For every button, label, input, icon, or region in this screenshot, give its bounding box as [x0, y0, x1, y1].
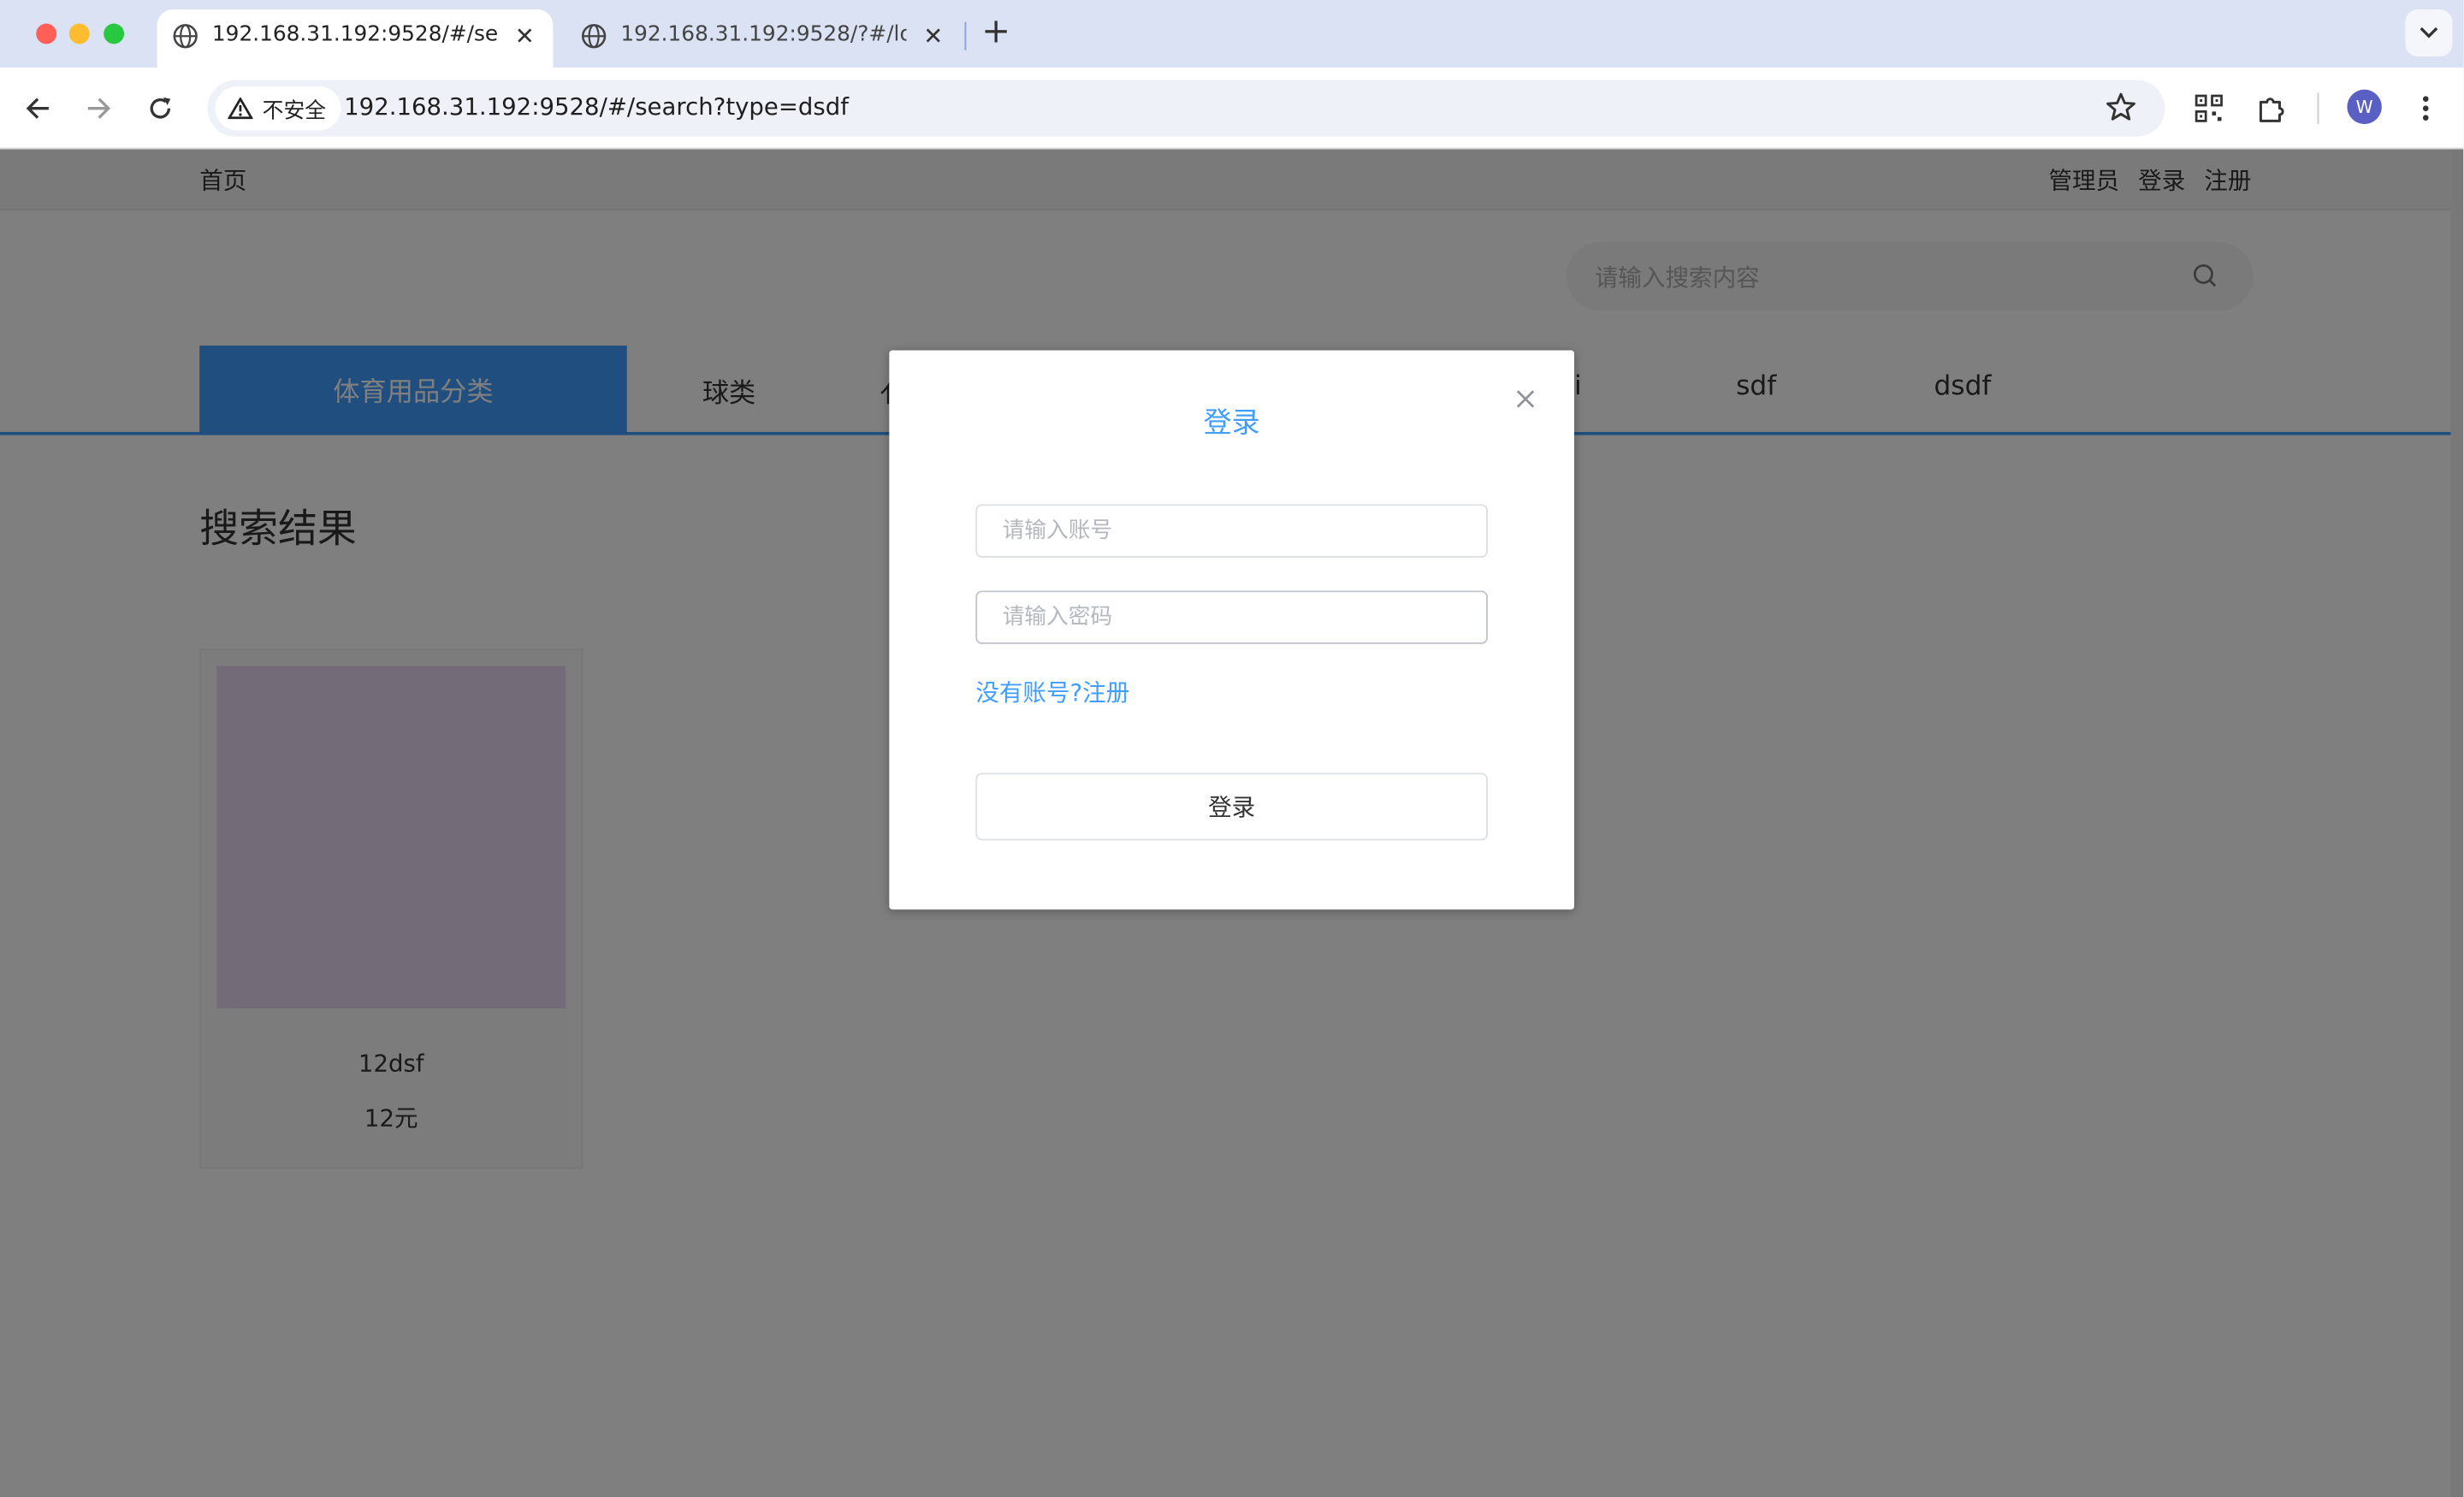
security-label: 不安全 [262, 98, 327, 125]
arrow-left-icon [26, 98, 49, 119]
login-submit-button[interactable]: 登录 [975, 772, 1488, 841]
address-bar[interactable]: 不安全 192.168.31.192:9528/#/search?type=ds… [207, 80, 2165, 137]
globe-icon [173, 24, 198, 56]
tab-close-icon[interactable]: ✕ [917, 21, 949, 52]
bookmark-star-icon[interactable] [2106, 92, 2137, 129]
tab-close-icon[interactable]: ✕ [509, 21, 541, 52]
forward-button[interactable] [79, 88, 120, 129]
maximize-window-button[interactable] [104, 23, 125, 44]
profile-avatar[interactable]: W [2347, 89, 2382, 125]
new-tab-button[interactable]: + [977, 13, 1015, 54]
browser-tab-active[interactable]: 192.168.31.192:9528/#/search?type=dsdf ✕ [157, 9, 554, 68]
arrow-right-icon [87, 98, 111, 119]
reload-icon [150, 97, 171, 119]
page-viewport: 首页 管理员 登录 注册 请输入搜索内容 体育用品分类 球类 亻 i sdf d… [0, 149, 2464, 1497]
qr-code-icon[interactable] [2189, 88, 2230, 129]
password-field [975, 590, 1488, 644]
tab-title: 192.168.31.192:9528/#/search?type=dsdf [211, 21, 499, 48]
security-chip[interactable]: 不安全 [215, 86, 341, 131]
chevron-down-icon [2420, 27, 2438, 38]
browser-tab-strip: 192.168.31.192:9528/#/search?type=dsdf ✕… [0, 0, 2464, 68]
browser-toolbar: 不安全 192.168.31.192:9528/#/search?type=ds… [0, 67, 2464, 150]
toolbar-divider [2317, 92, 2319, 125]
tab-separator [964, 21, 967, 50]
minimize-window-button[interactable] [68, 23, 90, 44]
warning-icon [228, 97, 253, 120]
extensions-puzzle-icon[interactable] [2251, 88, 2292, 129]
reload-button[interactable] [139, 88, 181, 129]
close-window-button[interactable] [36, 23, 57, 44]
url-text[interactable]: 192.168.31.192:9528/#/search?type=dsdf [344, 92, 849, 121]
globe-icon [581, 24, 607, 56]
tab-title: 192.168.31.192:9528/?#/login [620, 21, 906, 48]
tab-search-button[interactable] [2405, 9, 2453, 57]
password-input[interactable] [977, 592, 1487, 643]
more-menu-icon[interactable] [2405, 88, 2446, 129]
account-input[interactable] [977, 506, 1487, 557]
browser-tab-inactive[interactable]: 192.168.31.192:9528/?#/login ✕ [566, 9, 962, 68]
close-icon[interactable] [1512, 385, 1540, 413]
back-button[interactable] [17, 88, 58, 129]
login-dialog: 登录 没有账号?注册 登录 [889, 350, 1574, 910]
dialog-title: 登录 [1203, 406, 1260, 441]
account-field [975, 504, 1488, 558]
register-link[interactable]: 没有账号?注册 [975, 676, 1129, 709]
